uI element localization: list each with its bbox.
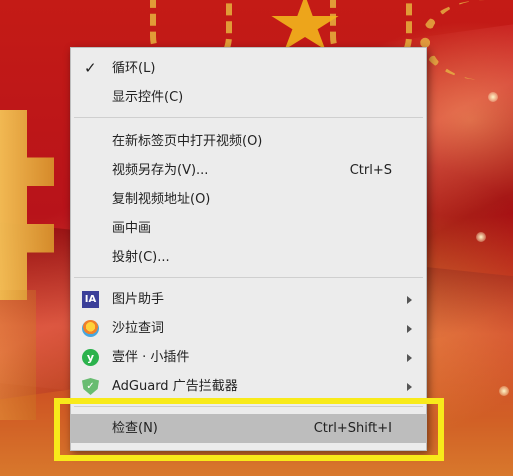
menu-separator (74, 117, 423, 118)
menu-item-label: 循环(L) (112, 61, 156, 76)
menu-item-label: 显示控件(C) (112, 90, 184, 105)
menu-item-label: 复制视频地址(O) (112, 192, 211, 207)
submenu-arrow-icon (407, 325, 412, 333)
yiban-icon: y (82, 349, 99, 366)
menu-item-cast[interactable]: 投射(C)... (71, 243, 426, 272)
menu-item-label: 沙拉查词 (112, 321, 165, 336)
sparkle-icon (499, 386, 509, 396)
menu-item-salad-dict[interactable]: 沙拉查词 (71, 314, 426, 343)
submenu-arrow-icon (407, 383, 412, 391)
gold-character-shadow (0, 290, 36, 420)
context-menu: ✓ 循环(L) 显示控件(C) 在新标签页中打开视频(O) 视频另存为(V)..… (70, 47, 427, 451)
menu-item-image-assistant[interactable]: IA 图片助手 (71, 285, 426, 314)
menu-separator (74, 277, 423, 278)
menu-item-shortcut: Ctrl+S (349, 163, 392, 178)
menu-item-label: 画中画 (112, 221, 152, 236)
menu-item-copy-video-address[interactable]: 复制视频地址(O) (71, 185, 426, 214)
menu-item-adguard[interactable]: ✓ AdGuard 广告拦截器 (71, 372, 426, 401)
menu-item-picture-in-picture[interactable]: 画中画 (71, 214, 426, 243)
menu-item-loop[interactable]: ✓ 循环(L) (71, 54, 426, 83)
sparkle-icon (488, 92, 498, 102)
sparkle-icon (476, 232, 486, 242)
menu-item-label: 图片助手 (112, 292, 165, 307)
menu-item-label: 投射(C)... (112, 250, 170, 265)
menu-item-show-controls[interactable]: 显示控件(C) (71, 83, 426, 112)
menu-item-label: 壹伴 · 小插件 (112, 350, 190, 365)
salad-icon (82, 320, 99, 337)
menu-item-label: 在新标签页中打开视频(O) (112, 134, 263, 149)
submenu-arrow-icon (407, 296, 412, 304)
menu-item-yiban-plugin[interactable]: y 壹伴 · 小插件 (71, 343, 426, 372)
menu-item-label: AdGuard 广告拦截器 (112, 379, 238, 394)
menu-item-shortcut: Ctrl+Shift+I (313, 421, 392, 436)
menu-item-label: 检查(N) (112, 421, 158, 436)
menu-item-inspect[interactable]: 检查(N) Ctrl+Shift+I (71, 414, 426, 443)
menu-separator (74, 406, 423, 407)
adguard-icon: ✓ (82, 378, 99, 395)
ia-icon: IA (82, 291, 99, 308)
checkmark-icon: ✓ (84, 59, 97, 77)
submenu-arrow-icon (407, 354, 412, 362)
menu-item-save-video-as[interactable]: 视频另存为(V)... Ctrl+S (71, 156, 426, 185)
menu-item-label: 视频另存为(V)... (112, 163, 209, 178)
menu-item-open-video-new-tab[interactable]: 在新标签页中打开视频(O) (71, 127, 426, 156)
